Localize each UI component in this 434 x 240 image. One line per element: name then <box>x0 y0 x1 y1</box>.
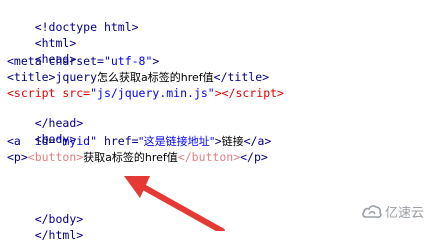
code-line-4: <meta charset="utf-8"> <box>7 54 159 70</box>
charset-value: "utf-8" <box>103 54 153 68</box>
anchor-open-close: > <box>214 134 222 148</box>
code-line-6: <script src="js/jquery.min.js"></script> <box>7 86 284 102</box>
title-open-text: <title> <box>7 70 56 84</box>
p-open-text: <p> <box>7 150 28 164</box>
script-close-name: script <box>235 86 278 100</box>
arrow-shaft <box>135 181 225 231</box>
code-line-13: </body> <box>7 198 83 226</box>
arrow-head <box>124 176 150 198</box>
code-line-14: </html> <box>7 214 83 240</box>
code-line-5: <title>jquery怎么获取a标签的href值</title> <box>7 70 269 86</box>
script-mid-text: ></ <box>214 86 236 100</box>
meta-close-text: > <box>152 54 160 68</box>
code-line-1: <!doctype html> <box>7 6 139 34</box>
button-open-text: <button> <box>27 150 84 164</box>
code-line-10: <p><button>获取a标签的href值</button></p> <box>7 150 268 166</box>
title-close-text: </title> <box>213 70 270 84</box>
title-text-cn: 怎么获取a标签的href值 <box>97 71 214 84</box>
script-open-text: <script src= <box>7 86 91 100</box>
code-line-3: <head> <box>7 38 77 66</box>
title-text-ascii: jquery <box>55 70 98 84</box>
code-line-8: <body> <box>7 118 77 146</box>
anchor-id-value: "myid" <box>55 134 98 148</box>
anchor-close-text: </a> <box>243 134 272 148</box>
button-close-text: </button> <box>177 150 241 164</box>
cloud-logo-icon <box>362 204 382 218</box>
watermark-text: 亿速云 <box>384 206 424 221</box>
code-editor: <!doctype html> <html> <head> <meta char… <box>0 0 434 240</box>
script-src-value: "js/jquery.min.js" <box>90 86 215 100</box>
anchor-open-text: <a id= <box>7 134 56 148</box>
anchor-href-attr: href= <box>97 134 139 148</box>
code-line-9: <a id="myid" href="这是链接地址">链接</a> <box>7 134 271 150</box>
code-line-2: <html> <box>7 22 77 50</box>
code-line-7: </head> <box>7 102 83 130</box>
anchor-href-value: "这是链接地址" <box>138 135 215 148</box>
html-close-text: </html> <box>34 228 84 240</box>
anchor-text: 链接 <box>221 135 244 148</box>
watermark: 亿速云 <box>362 202 424 221</box>
p-close-text: </p> <box>240 150 268 164</box>
button-label-text: 获取a标签的href值 <box>83 151 178 164</box>
script-close-bracket: > <box>277 86 284 100</box>
meta-tag-text: <meta charset= <box>7 54 104 68</box>
